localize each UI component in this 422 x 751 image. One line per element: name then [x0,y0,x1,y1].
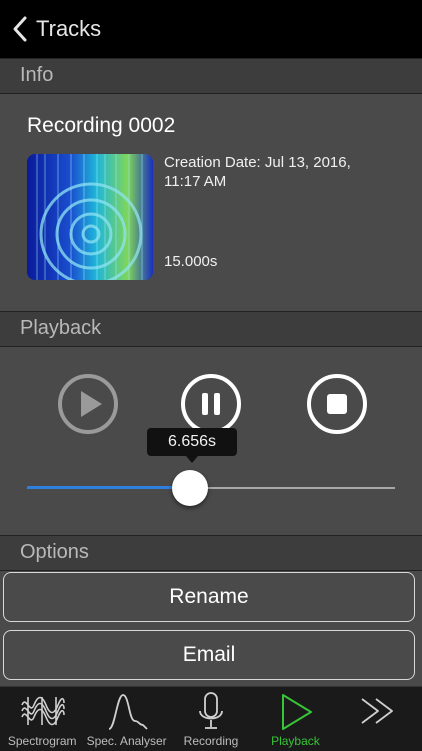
rename-button[interactable]: Rename [3,572,415,622]
tab-spec-analyser[interactable]: Spec. Analyser [84,687,168,751]
spectrogram-thumbnail [27,154,153,280]
slider-track-filled [27,486,190,489]
options-header-label: Options [20,541,89,563]
position-tooltip: 6.656s [147,428,237,463]
creation-date-line2: 11:17 AM [164,173,227,190]
tab-label-spectrogram: Spectrogram [7,734,77,748]
playback-position-slider[interactable] [27,470,395,506]
tab-label-spec-analyser: Spec. Analyser [86,734,167,748]
waveform-icon [21,696,66,726]
recording-duration: 15.000s [164,253,218,270]
playback-header-label: Playback [20,317,102,339]
spectrum-peak-icon [108,694,148,730]
slider-thumb[interactable] [172,470,208,506]
play-outline-icon [282,694,313,730]
tab-bar: Spectrogram Spec. Analyser Recording Pla… [0,686,422,751]
stop-icon [307,374,367,434]
play-button[interactable] [56,372,120,436]
playback-controls [0,372,422,436]
pause-icon [181,374,241,434]
tab-more[interactable] [338,687,422,751]
creation-date: Creation Date: Jul 13, 2016, 11:17 AM [164,153,404,191]
creation-date-line1: Creation Date: Jul 13, 2016, [164,154,351,171]
chevron-left-icon [13,16,27,42]
tab-playback[interactable]: Playback [253,687,337,751]
info-section-header: Info [0,58,422,94]
playback-section-header: Playback [0,311,422,347]
options-section-header: Options [0,535,422,571]
tab-spectrogram[interactable]: Spectrogram [0,687,84,751]
navigation-bar: Tracks [0,0,422,58]
tab-label-playback: Playback [271,734,320,748]
back-label: Tracks [36,16,102,41]
back-button[interactable]: Tracks [10,15,101,43]
double-chevron-right-icon [361,698,393,724]
info-header-label: Info [20,64,54,86]
email-button[interactable]: Email [3,630,415,680]
tab-recording[interactable]: Recording [169,687,253,751]
tab-label-recording: Recording [183,734,239,748]
microphone-icon [199,692,223,729]
pause-button[interactable] [179,372,243,436]
recording-title: Recording 0002 [27,114,176,137]
stop-button[interactable] [305,372,369,436]
play-icon [58,374,118,434]
info-panel: Recording 0002 Creation Date: Jul 13, 20… [0,93,422,299]
